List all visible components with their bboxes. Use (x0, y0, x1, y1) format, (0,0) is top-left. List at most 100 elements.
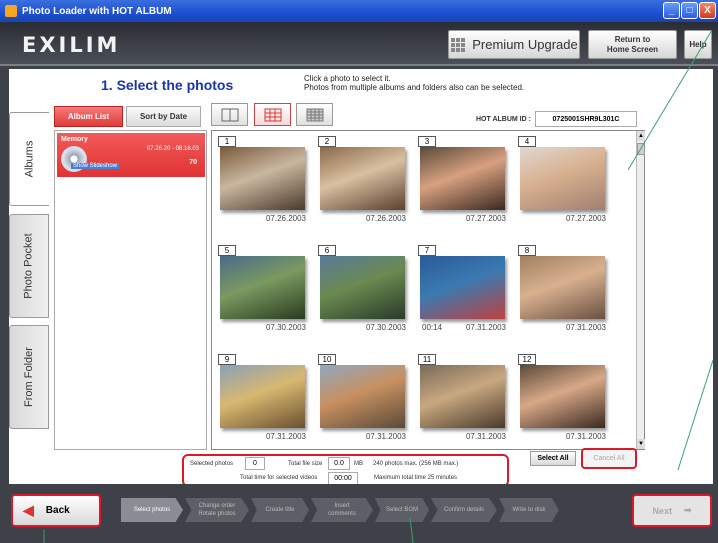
album-item[interactable]: Memory 07.26.20 - 08.16.03 70 Show Slide… (57, 133, 205, 177)
photo-number: 2 (318, 136, 336, 147)
photo-image (520, 256, 605, 319)
wizard-steps: Select photos Change order Rotate photos C… (121, 498, 561, 522)
photo-thumbnail[interactable]: 3 07.27.2003 (418, 136, 508, 236)
wizard-step: Select photos (121, 498, 183, 522)
photo-date: 07.26.2003 (365, 214, 406, 223)
album-list-button[interactable]: Album List (54, 106, 123, 127)
photo-thumbnail[interactable]: 12 07.31.2003 (518, 354, 608, 449)
tab-albums[interactable]: Albums (9, 112, 49, 206)
photo-date: 07.26.2003 (265, 214, 306, 223)
photo-date: 07.31.2003 (265, 432, 306, 441)
top-toolbar: EXILIM Premium Upgrade Return to Home Sc… (0, 22, 718, 66)
album-name: Memory (61, 136, 88, 143)
album-count: 70 (189, 159, 197, 166)
return-home-button[interactable]: Return to Home Screen (588, 30, 677, 59)
content-area: 1. Select the photos Click a photo to se… (49, 69, 713, 487)
grid-small-icon (306, 108, 323, 121)
wizard-step: Create title (251, 498, 309, 522)
photo-image (320, 147, 405, 210)
photo-image (320, 256, 405, 319)
photo-number: 9 (218, 354, 236, 365)
photo-thumbnail[interactable]: 2 07.26.2003 (318, 136, 408, 236)
total-size-label: Total file size (288, 461, 323, 467)
view-small-button[interactable] (296, 103, 333, 126)
photo-number: 6 (318, 245, 336, 256)
photo-thumbnail[interactable]: 6 07.30.2003 (318, 245, 408, 345)
wizard-step: Write to disk (499, 498, 559, 522)
photo-thumbnail[interactable]: 8 07.31.2003 (518, 245, 608, 345)
photo-date: 07.31.2003 (565, 323, 606, 332)
wizard-step: Confirm details (431, 498, 497, 522)
maximize-button[interactable]: □ (681, 2, 698, 19)
max-time-note: Maximum total time 25 minutes (374, 475, 458, 481)
photo-thumbnail[interactable]: 9 07.31.2003 (218, 354, 308, 449)
selected-photos-count: 0 (245, 457, 265, 470)
photo-date: 07.27.2003 (565, 214, 606, 223)
grid-scrollbar[interactable]: ▲ ▼ (636, 131, 645, 449)
photo-image (520, 365, 605, 428)
premium-upgrade-button[interactable]: Premium Upgrade (448, 30, 580, 59)
help-button[interactable]: Help (684, 30, 712, 59)
photo-image (220, 256, 305, 319)
photo-number: 11 (418, 354, 436, 365)
hot-album-id-field: 0725001SHR9L301C (535, 111, 637, 127)
photo-number: 12 (518, 354, 536, 365)
photo-number: 8 (518, 245, 536, 256)
photo-thumbnail[interactable]: 4 07.27.2003 (518, 136, 608, 236)
tab-from-folder-label: From Folder (23, 347, 35, 407)
selected-photos-label: Selected photos (190, 461, 234, 467)
bottom-bar: ◀ Back Select photos Change order Rotate … (0, 484, 718, 543)
minimize-button[interactable]: _ (663, 2, 680, 19)
sort-by-date-button[interactable]: Sort by Date (126, 106, 201, 127)
close-button[interactable]: X (699, 2, 716, 19)
select-all-button[interactable]: Select All (530, 451, 576, 466)
arrow-right-icon: ➡ (683, 505, 692, 515)
wizard-step: Select BGM (375, 498, 429, 522)
scroll-up-icon[interactable]: ▲ (637, 131, 645, 141)
photo-thumbnail[interactable]: 10 07.31.2003 (318, 354, 408, 449)
photo-thumbnail[interactable]: 1 07.26.2003 (218, 136, 308, 236)
photo-thumbnail[interactable]: 7 00:14 07.31.2003 (418, 245, 508, 345)
grid-medium-icon (264, 108, 281, 121)
exilim-logo: EXILIM (22, 33, 121, 57)
photo-date: 07.30.2003 (265, 323, 306, 332)
photo-image (220, 365, 305, 428)
tab-photo-pocket[interactable]: Photo Pocket (9, 214, 49, 318)
total-size-value: 0.0 (328, 457, 350, 470)
next-button[interactable]: Next ➡ (632, 494, 712, 527)
photo-number: 7 (418, 245, 436, 256)
max-photos-note: 240 photos max. (256 MB max.) (373, 461, 459, 467)
view-medium-button[interactable] (254, 103, 291, 126)
tab-from-folder[interactable]: From Folder (9, 325, 49, 429)
scroll-down-icon[interactable]: ▼ (637, 439, 645, 449)
photo-thumbnail[interactable]: 5 07.30.2003 (218, 245, 308, 345)
app-window: Photo Loader with HOT ALBUM _ □ X EXILIM… (0, 0, 718, 543)
photo-date: 07.31.2003 (365, 432, 406, 441)
photo-date: 07.31.2003 (465, 432, 506, 441)
window-titlebar: Photo Loader with HOT ALBUM _ □ X (0, 0, 718, 22)
back-label: Back (45, 505, 70, 516)
photo-image (220, 147, 305, 210)
window-controls: _ □ X (663, 2, 716, 19)
hot-album-id-label: HOT ALBUM ID : (476, 116, 531, 123)
photo-thumbnail[interactable]: 11 07.31.2003 (418, 354, 508, 449)
instructions: Click a photo to select it. Photos from … (304, 74, 525, 92)
back-button[interactable]: ◀ Back (11, 494, 101, 527)
two-pane-icon (221, 108, 238, 121)
cancel-all-button[interactable]: Cancel All (581, 448, 637, 469)
scroll-thumb[interactable] (637, 143, 645, 155)
photo-number: 4 (518, 136, 536, 147)
slideshow-label: Show Slideshow (71, 163, 120, 169)
photo-number: 3 (418, 136, 436, 147)
tab-albums-label: Albums (23, 140, 36, 178)
photo-image (420, 256, 505, 319)
video-time-label: Total time for selected videos (240, 475, 318, 481)
photo-image (520, 147, 605, 210)
album-dates: 07.26.20 - 08.16.03 (146, 146, 199, 152)
arrow-left-icon: ◀ (23, 502, 34, 518)
photo-date: 07.31.2003 (465, 323, 506, 332)
window-title: Photo Loader with HOT ALBUM (22, 5, 172, 17)
tab-photo-pocket-label: Photo Pocket (23, 233, 35, 299)
view-large-button[interactable] (211, 103, 248, 126)
photo-image (420, 147, 505, 210)
